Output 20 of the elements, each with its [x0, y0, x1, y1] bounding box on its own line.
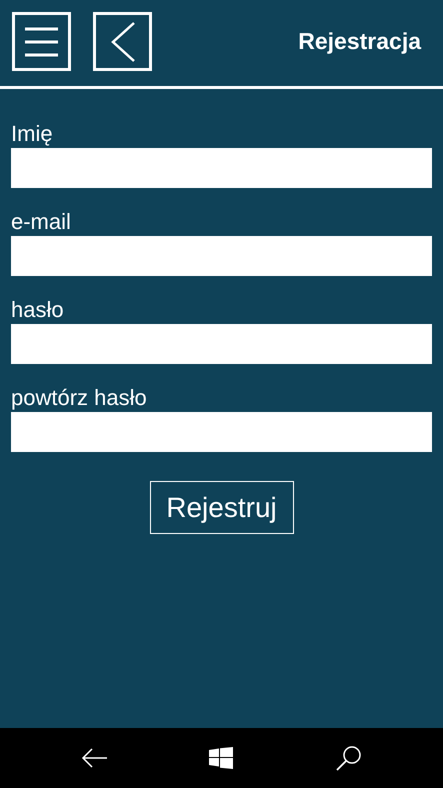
input-field[interactable]: [11, 148, 432, 188]
search-button[interactable]: [336, 745, 362, 771]
menu-icon: [25, 26, 58, 56]
search-icon: [336, 745, 362, 771]
register-button[interactable]: Rejestruj: [150, 481, 294, 534]
windows-icon: [209, 747, 234, 769]
page-title: Rejestracja: [298, 28, 422, 55]
input-field[interactable]: [11, 412, 432, 452]
start-button[interactable]: [209, 747, 234, 769]
back-button[interactable]: [93, 12, 152, 71]
field-label: hasło: [11, 296, 65, 324]
input-field[interactable]: [11, 324, 432, 364]
field-label: powtórz hasło: [11, 384, 148, 412]
back-button[interactable]: [81, 748, 108, 768]
menu-button[interactable]: [12, 12, 71, 71]
input-field[interactable]: [11, 236, 432, 276]
arrow-left-icon: [81, 748, 108, 768]
chevron-left-icon: [110, 22, 134, 62]
field-label: Imię: [11, 120, 54, 148]
field-label: e-mail: [11, 208, 72, 236]
